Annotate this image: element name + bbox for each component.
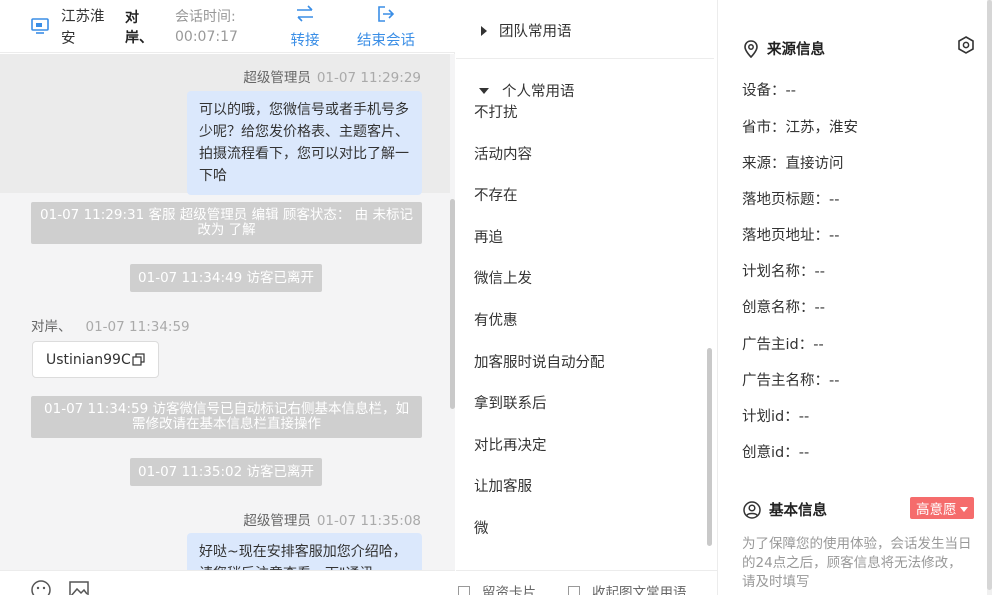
lead-card-label: 留资卡片 [482,585,536,595]
system-message: 01-07 11:34:49 访客已离开 [130,264,322,292]
sender-name: 对岸、 [31,319,72,335]
quick-phrases-panel: 团队常用语 个人常用语 不打扰 活动内容 不存在 再追 微信上发 有优惠 加客服… [456,0,718,595]
sender-name: 超级管理员 [243,513,311,529]
team-phrases-toggle[interactable]: 团队常用语 [456,20,714,41]
info-device: 设备：-- [742,83,796,99]
divider [456,58,714,59]
phrase-item[interactable]: 不打扰 [474,101,518,122]
chat-scrollbar[interactable] [450,199,455,409]
collapse-phrases-label: 收起图文常用语 [592,585,687,595]
phrase-item[interactable]: 拿到联系后 [474,392,547,413]
transfer-button[interactable]: 转接 [275,5,335,50]
phrase-item[interactable]: 让加客服 [474,475,532,496]
visitor-region: 江苏淮安 [61,9,105,47]
wechat-id-card[interactable]: Ustinian99C [32,341,159,378]
info-province-city: 省市：江苏，淮安 [742,120,858,136]
message-time: 01-07 11:29:29 [316,70,421,86]
phrase-item[interactable]: 微信上发 [474,267,532,288]
end-session-label: 结束会话 [357,33,415,49]
caret-down-icon [479,88,489,94]
chat-toolbar [0,570,455,595]
info-plan-id: 计划id：-- [742,409,810,425]
info-creative-name: 创意名称：-- [742,300,825,316]
phrase-item[interactable]: 加客服时说自动分配 [474,351,605,372]
emoji-icon[interactable] [30,579,52,595]
message-time: 01-07 11:34:59 [85,319,190,335]
copy-icon[interactable] [132,344,145,380]
visitor-name: 对岸、 [125,10,153,46]
info-advertiser-id: 广告主id：-- [742,337,824,353]
chat-panel: 江苏淮安 对岸、 会话时间: 00:07:17 转接 结束会话 超级管理员 01-… [0,0,455,595]
monitor-icon [30,16,50,36]
basic-info-title: 基本信息 [743,499,827,523]
session-time-label: 会话时间: [175,9,236,25]
info-scrollbar[interactable] [987,0,992,595]
wechat-id-text: Ustinian99C [46,352,131,368]
phrase-item[interactable]: 不存在 [474,184,518,205]
message-sender: 超级管理员 01-07 11:35:08 [243,509,421,529]
info-creative-id: 创意id：-- [742,445,810,461]
info-landing-url: 落地页地址：-- [742,228,840,244]
caret-down-icon [959,507,968,512]
exit-icon [356,5,416,25]
settings-icon[interactable] [957,36,975,58]
collapse-icon [568,586,580,595]
system-message: 01-07 11:34:59 访客微信号已自动标记右侧基本信息栏，如需修改请在基… [31,396,422,438]
phrase-item[interactable]: 活动内容 [474,143,532,164]
info-source: 来源：直接访问 [742,156,844,172]
info-scrollbar-thumb[interactable] [987,0,992,590]
message-time: 01-07 11:35:08 [316,513,421,529]
lead-card-button[interactable]: 留资卡片 [458,581,536,595]
source-info-title: 来源信息 [743,38,825,62]
chat-message-list[interactable]: 超级管理员 01-07 11:29:29 可以的哦，您微信号或者手机号多少呢？给您… [0,54,455,570]
chat-header: 江苏淮安 对岸、 会话时间: 00:07:17 转接 结束会话 [0,0,455,53]
basic-info-note: 为了保障您的使用体验，会话发生当日的24点之后，顾客信息将无法修改，请及时填写 [742,536,972,590]
transfer-label: 转接 [290,33,320,49]
system-message: 01-07 11:35:02 访客已离开 [130,458,322,486]
card-icon [458,586,470,595]
source-info-label: 来源信息 [767,42,825,58]
info-landing-title: 落地页标题：-- [742,192,840,208]
info-advertiser-name: 广告主名称：-- [742,373,840,389]
session-time: 00:07:17 [175,29,238,45]
team-phrases-label: 团队常用语 [499,24,572,40]
sender-name: 超级管理员 [243,70,311,86]
message-bubble: 可以的哦，您微信号或者手机号多少呢？给您发价格表、主题客片、拍摄流程看下，您可以… [187,91,422,195]
message-bubble: 好哒~现在安排客服加您介绍哈，请您稍后注意查看一下"通讯 [187,533,422,570]
personal-phrases-toggle[interactable]: 个人常用语 [456,80,714,101]
intent-level-dropdown[interactable]: 高意愿 [910,497,974,519]
phrases-footer: 留资卡片 收起图文常用语 [456,570,718,595]
system-message: 01-07 11:29:31 客服 超级管理员 编辑 顾客状态： 由 未标记 改… [31,202,422,244]
collapse-phrases-button[interactable]: 收起图文常用语 [568,581,687,595]
phrase-item[interactable]: 对比再决定 [474,434,547,455]
intent-level-value: 高意愿 [916,502,957,518]
transfer-icon [275,5,335,25]
caret-right-icon [481,26,487,36]
basic-info-label: 基本信息 [769,503,827,519]
phrase-item[interactable]: 有优惠 [474,309,518,330]
message-sender: 对岸、 01-07 11:34:59 [31,315,190,335]
location-pin-icon [743,40,759,62]
info-plan-name: 计划名称：-- [742,264,825,280]
message-sender: 超级管理员 01-07 11:29:29 [243,66,421,86]
user-icon [743,501,761,523]
phrase-item[interactable]: 微 [474,517,489,538]
end-session-button[interactable]: 结束会话 [356,5,416,50]
personal-phrases-label: 个人常用语 [502,84,575,100]
phrase-item[interactable]: 再追 [474,226,503,247]
phrases-scrollbar[interactable] [707,348,712,546]
image-icon[interactable] [68,579,90,595]
visitor-info-panel: 来源信息 设备：-- 省市：江苏，淮安 来源：直接访问 落地页标题：-- 落地页… [719,0,993,595]
